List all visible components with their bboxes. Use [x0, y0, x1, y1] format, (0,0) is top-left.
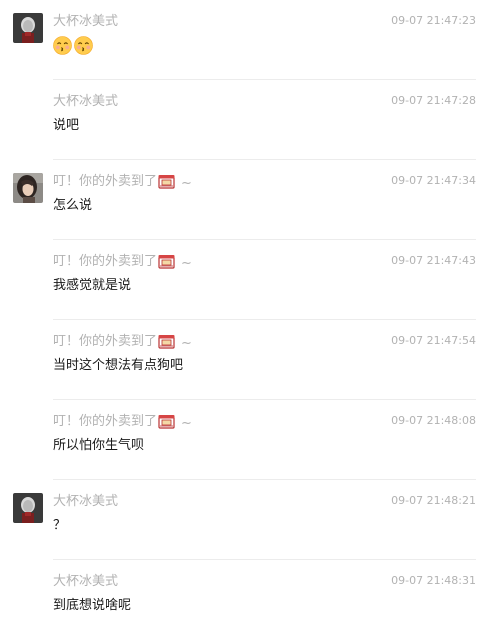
message-item: 叮！你的外卖到了 ~ 09-07 21:47:43 我感觉就是说 — [0, 240, 478, 320]
message-text: ？ — [53, 518, 67, 533]
message-time: 09-07 21:48:21 — [391, 494, 476, 507]
sender-name: 大杯冰美式 — [53, 14, 119, 29]
takeout-box-icon — [158, 335, 175, 349]
avatar-dark-image — [13, 13, 43, 43]
sender-name: 叮！你的外卖到了 ~ — [53, 333, 192, 353]
message-item: 叮！你的外卖到了 ~ 09-07 21:47:34 怎么说 — [0, 160, 478, 240]
message-time: 09-07 21:47:28 — [391, 94, 476, 107]
message-text: 说吧 — [53, 118, 80, 133]
sender-name-suffix: ~ — [158, 413, 192, 433]
message-time: 09-07 21:47:34 — [391, 174, 476, 187]
sender-name-suffix: ~ — [158, 253, 192, 273]
message-text: 我感觉就是说 — [53, 278, 132, 293]
takeout-box-icon — [158, 175, 175, 189]
message-emojis — [53, 36, 93, 55]
message-text: 当时这个想法有点狗吧 — [53, 358, 184, 373]
message-time: 09-07 21:48:31 — [391, 574, 476, 587]
message-item: 大杯冰美式 09-07 21:48:21 ？ — [0, 480, 478, 560]
takeout-box-icon — [158, 415, 175, 429]
message-item: 叮！你的外卖到了 ~ 09-07 21:47:54 当时这个想法有点狗吧 — [0, 320, 478, 400]
message-item: 叮！你的外卖到了 ~ 09-07 21:48:08 所以怕你生气呗 — [0, 400, 478, 480]
avatar[interactable] — [13, 493, 43, 523]
sender-name: 大杯冰美式 — [53, 574, 119, 589]
message-time: 09-07 21:48:08 — [391, 414, 476, 427]
kissing-face-emoji-icon — [74, 36, 93, 55]
sender-name-suffix: ~ — [158, 173, 192, 193]
sender-name: 大杯冰美式 — [53, 94, 119, 109]
message-time: 09-07 21:47:23 — [391, 14, 476, 27]
avatar[interactable] — [13, 13, 43, 43]
message-item: 大杯冰美式 09-07 21:47:28 说吧 — [0, 80, 478, 160]
sender-name: 叮！你的外卖到了 ~ — [53, 413, 192, 433]
message-text: 到底想说啥呢 — [53, 598, 132, 613]
sender-name-suffix: ~ — [158, 333, 192, 353]
message-item: 大杯冰美式 09-07 21:47:23 — [0, 0, 478, 80]
sender-name: 叮！你的外卖到了 ~ — [53, 173, 192, 193]
takeout-box-icon — [158, 255, 175, 269]
message-item: 大杯冰美式 09-07 21:48:31 到底想说啥呢 — [0, 560, 478, 640]
avatar-dark-image — [13, 493, 43, 523]
message-text: 怎么说 — [53, 198, 93, 213]
message-text: 所以怕你生气呗 — [53, 438, 145, 453]
kissing-face-emoji-icon — [53, 36, 72, 55]
message-time: 09-07 21:47:43 — [391, 254, 476, 267]
avatar[interactable] — [13, 173, 43, 203]
message-time: 09-07 21:47:54 — [391, 334, 476, 347]
sender-name: 大杯冰美式 — [53, 494, 119, 509]
sender-name: 叮！你的外卖到了 ~ — [53, 253, 192, 273]
avatar-girl-image — [13, 173, 43, 203]
